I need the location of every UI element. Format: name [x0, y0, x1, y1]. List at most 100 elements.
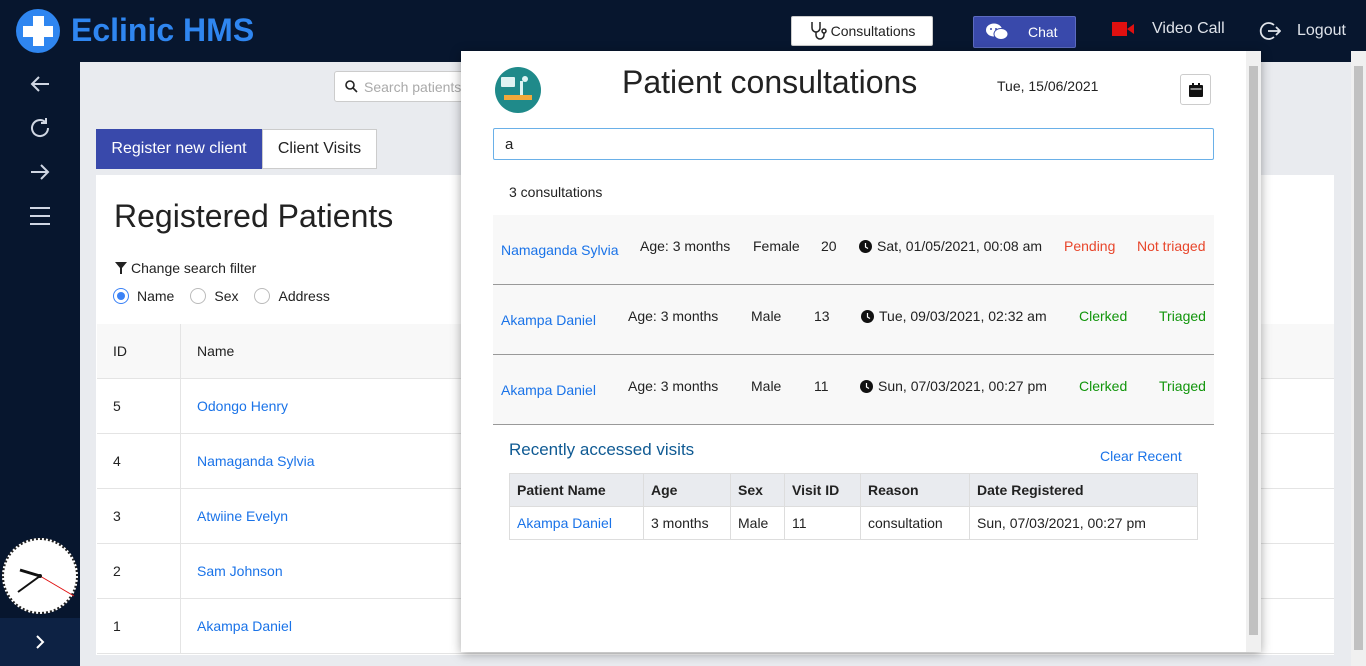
clock-icon: [2, 538, 78, 614]
patient-name-link[interactable]: Namaganda Sylvia: [181, 453, 315, 469]
expand-sidebar-button[interactable]: [0, 618, 80, 666]
arrow-right-icon[interactable]: [28, 160, 52, 184]
stethoscope-icon: [810, 22, 827, 40]
logout-icon: [1259, 22, 1281, 40]
visit-id: 13: [814, 308, 830, 324]
patient-id: 1: [97, 599, 181, 653]
column-header-date-registered: Date Registered: [969, 473, 1198, 507]
patient-id: 4: [97, 434, 181, 488]
patient-name-link[interactable]: Sam Johnson: [181, 563, 283, 579]
recent-reason: consultation: [860, 506, 970, 540]
column-header-patient-name: Patient Name: [509, 473, 644, 507]
search-icon: [345, 80, 358, 93]
chat-label: Chat: [1028, 24, 1058, 40]
filter-option-sex[interactable]: Sex: [190, 288, 238, 304]
chevron-right-icon: [36, 635, 45, 649]
recent-sex: Male: [730, 506, 785, 540]
recent-date-registered: Sun, 07/03/2021, 00:27 pm: [969, 506, 1198, 540]
arrow-left-icon[interactable]: [28, 72, 52, 96]
consultations-label: Consultations: [830, 23, 916, 39]
patient-name-link[interactable]: Odongo Henry: [181, 398, 288, 414]
column-header-sex: Sex: [730, 473, 785, 507]
date-picker-button[interactable]: [1180, 74, 1211, 105]
triage-badge: Triaged: [1159, 308, 1206, 324]
clock-icon: [860, 379, 873, 393]
patient-id: 3: [97, 489, 181, 543]
radio-address[interactable]: [254, 288, 271, 304]
status-badge: Pending: [1064, 238, 1116, 254]
clear-recent-link[interactable]: Clear Recent: [1100, 448, 1182, 464]
patient-sex: Male: [751, 308, 782, 324]
modal-title: Patient consultations: [622, 64, 918, 100]
patient-name-link[interactable]: Akampa Daniel: [501, 382, 596, 398]
consultation-row[interactable]: Akampa Daniel Age: 3 months Male 11 Sun,…: [493, 355, 1214, 425]
consultations-button[interactable]: Consultations: [791, 16, 933, 46]
search-filter-options: Name Sex Address: [113, 288, 346, 304]
patient-name-link[interactable]: Akampa Daniel: [181, 618, 292, 634]
patient-age: Age: 3 months: [640, 238, 731, 254]
clock-icon: [861, 309, 874, 323]
menu-icon[interactable]: [28, 204, 52, 228]
recent-visits-table: Patient Name Age Sex Visit ID Reason Dat…: [509, 473, 1198, 540]
calendar-icon: [1188, 82, 1203, 97]
patient-name-link[interactable]: Namaganda Sylvia: [501, 242, 619, 258]
radio-sex[interactable]: [190, 288, 207, 304]
recent-visits-title: Recently accessed visits: [509, 440, 695, 459]
filter-option-name[interactable]: Name: [113, 288, 174, 304]
table-header-row: Patient Name Age Sex Visit ID Reason Dat…: [509, 473, 1198, 507]
visit-date: Sun, 07/03/2021, 00:27 pm: [860, 378, 1047, 394]
consultation-count: 3 consultations: [509, 184, 603, 200]
status-badge: Clerked: [1079, 308, 1128, 324]
refresh-icon[interactable]: [28, 116, 52, 140]
recent-age: 3 months: [643, 506, 731, 540]
patient-id: 5: [97, 379, 181, 433]
radio-name[interactable]: [113, 288, 129, 304]
recent-visit-id: 11: [784, 506, 861, 540]
column-header-age: Age: [643, 473, 731, 507]
patient-sex: Female: [753, 238, 800, 254]
filter-option-address[interactable]: Address: [254, 288, 330, 304]
visit-date: Tue, 09/03/2021, 02:32 am: [861, 308, 1047, 324]
chat-button[interactable]: Chat: [973, 16, 1076, 48]
column-header-id: ID: [97, 324, 181, 378]
patient-id: 2: [97, 544, 181, 598]
patient-age: Age: 3 months: [628, 378, 719, 394]
modal-scrollbar[interactable]: [1246, 51, 1261, 652]
visit-id: 20: [821, 238, 837, 254]
column-header-reason: Reason: [860, 473, 970, 507]
consultation-search-input[interactable]: [493, 128, 1214, 160]
recent-patient-name-link[interactable]: Akampa Daniel: [509, 506, 644, 540]
column-header-name: Name: [197, 343, 235, 359]
video-camera-icon: [1112, 22, 1134, 36]
video-call-label: Video Call: [1152, 20, 1225, 37]
patient-name-link[interactable]: Atwiine Evelyn: [181, 508, 288, 524]
search-placeholder: Search patients: [364, 78, 462, 95]
consultation-room-icon: [495, 67, 541, 113]
consultation-row[interactable]: Namaganda Sylvia Age: 3 months Female 20…: [493, 215, 1214, 285]
page-scrollbar[interactable]: [1351, 51, 1366, 666]
video-call-button[interactable]: Video Call: [1112, 20, 1225, 38]
logout-label: Logout: [1297, 22, 1346, 39]
wechat-icon: [986, 23, 1008, 40]
patient-sex: Male: [751, 378, 782, 394]
page-title: Registered Patients: [114, 198, 394, 234]
patient-age: Age: 3 months: [628, 308, 719, 324]
modal-scrollbar-thumb[interactable]: [1249, 66, 1258, 635]
brand-title: Eclinic HMS: [71, 12, 255, 48]
column-header-visit-id: Visit ID: [784, 473, 861, 507]
visit-id: 11: [814, 378, 829, 394]
tab-client-visits[interactable]: Client Visits: [262, 129, 377, 169]
patient-name-link[interactable]: Akampa Daniel: [501, 312, 596, 328]
consultation-row[interactable]: Akampa Daniel Age: 3 months Male 13 Tue,…: [493, 285, 1214, 355]
status-badge: Clerked: [1079, 378, 1128, 394]
triage-badge: Not triaged: [1137, 238, 1206, 254]
clinic-logo-icon: [16, 9, 60, 53]
consultations-modal: Patient consultations Tue, 15/06/2021 3 …: [461, 51, 1261, 652]
page-scrollbar-thumb[interactable]: [1354, 66, 1363, 650]
sidebar: [0, 62, 80, 666]
tab-register-new-client[interactable]: Register new client: [96, 129, 262, 169]
clock-icon: [859, 239, 872, 253]
logout-button[interactable]: Logout: [1259, 20, 1346, 42]
search-filter-label: Change search filter: [115, 260, 256, 276]
patient-search-input[interactable]: Search patients: [334, 71, 474, 102]
